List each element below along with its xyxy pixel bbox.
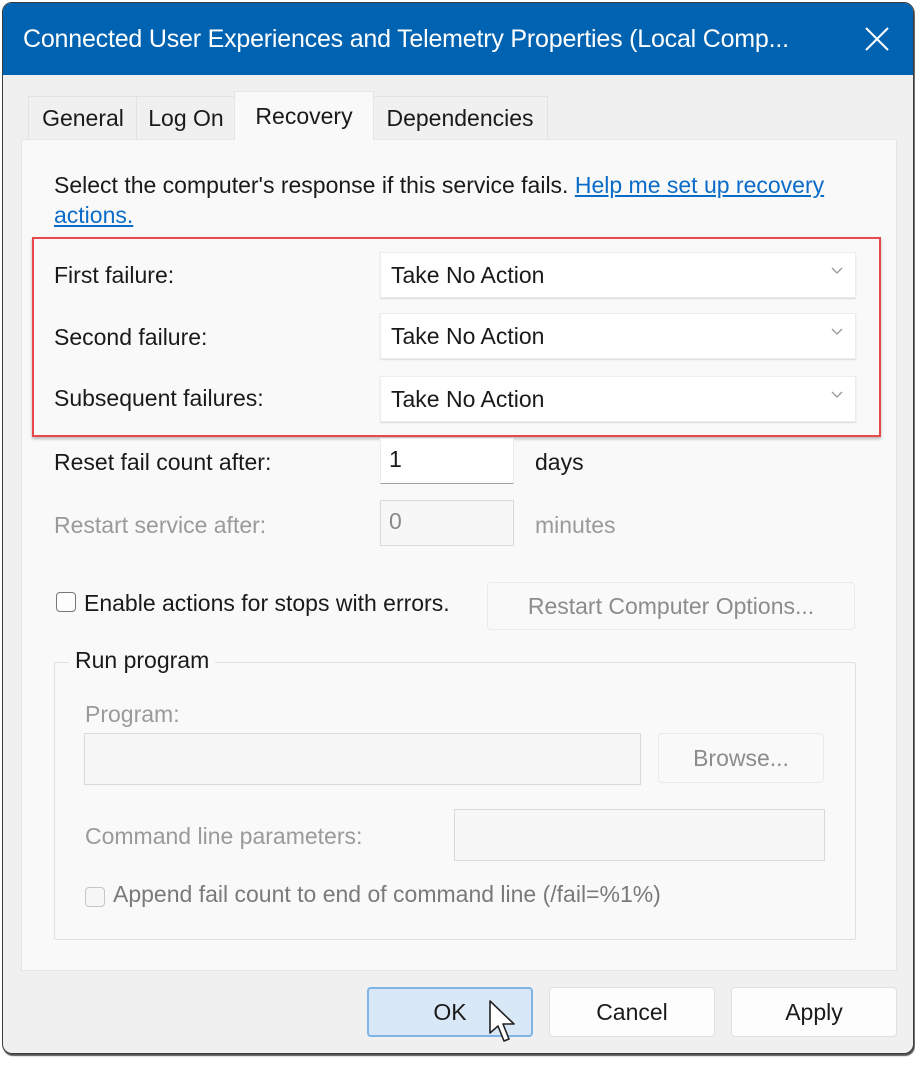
- append-fail-count-label: Append fail count to end of command line…: [113, 881, 661, 907]
- recovery-panel: Select the computer's response if this s…: [21, 139, 897, 971]
- close-button[interactable]: [859, 21, 895, 57]
- subsequent-failures-value: Take No Action: [391, 386, 545, 412]
- subsequent-failures-select[interactable]: Take No Action: [380, 376, 856, 422]
- properties-dialog: Connected User Experiences and Telemetry…: [2, 2, 914, 1054]
- first-failure-value: Take No Action: [391, 262, 545, 288]
- window-title: Connected User Experiences and Telemetry…: [23, 25, 789, 53]
- reset-fail-count-label: Reset fail count after:: [54, 449, 272, 475]
- second-failure-label: Second failure:: [54, 324, 208, 350]
- cancel-button[interactable]: Cancel: [549, 987, 715, 1037]
- restart-service-input[interactable]: 0: [380, 500, 514, 546]
- enable-actions-checkbox[interactable]: [56, 592, 76, 612]
- second-failure-value: Take No Action: [391, 323, 545, 349]
- intro-text: Select the computer's response if this s…: [54, 170, 854, 230]
- restart-computer-options-button[interactable]: Restart Computer Options...: [487, 582, 855, 630]
- restart-service-label: Restart service after:: [54, 512, 267, 538]
- command-line-input[interactable]: [454, 809, 825, 861]
- chevron-down-icon: [831, 267, 843, 274]
- first-failure-label: First failure:: [54, 262, 175, 288]
- program-input[interactable]: [84, 733, 641, 785]
- tab-recovery[interactable]: Recovery: [234, 91, 374, 140]
- append-fail-count-checkbox[interactable]: [85, 887, 105, 907]
- enable-actions-label: Enable actions for stops with errors.: [84, 590, 450, 616]
- tab-dependencies[interactable]: Dependencies: [372, 96, 548, 139]
- title-bar: Connected User Experiences and Telemetry…: [3, 3, 913, 75]
- tab-general[interactable]: General: [28, 96, 138, 139]
- run-program-group: Run program Program: Browse... Command l…: [54, 647, 856, 940]
- first-failure-select[interactable]: Take No Action: [380, 252, 856, 298]
- reset-fail-count-unit: days: [535, 449, 584, 475]
- command-line-label: Command line parameters:: [85, 823, 363, 849]
- program-label: Program:: [85, 701, 180, 727]
- run-program-title: Run program: [69, 647, 216, 674]
- chevron-down-icon: [831, 328, 843, 335]
- intro-label: Select the computer's response if this s…: [54, 172, 575, 198]
- mouse-pointer-icon: [489, 1000, 515, 1042]
- restart-service-unit: minutes: [535, 512, 616, 538]
- browse-button[interactable]: Browse...: [658, 733, 824, 783]
- close-icon: [865, 27, 889, 51]
- chevron-down-icon: [831, 391, 843, 398]
- reset-fail-count-input[interactable]: 1: [380, 438, 514, 484]
- subsequent-failures-label: Subsequent failures:: [54, 385, 264, 411]
- tab-log-on[interactable]: Log On: [136, 96, 236, 139]
- second-failure-select[interactable]: Take No Action: [380, 313, 856, 359]
- apply-button[interactable]: Apply: [731, 987, 897, 1037]
